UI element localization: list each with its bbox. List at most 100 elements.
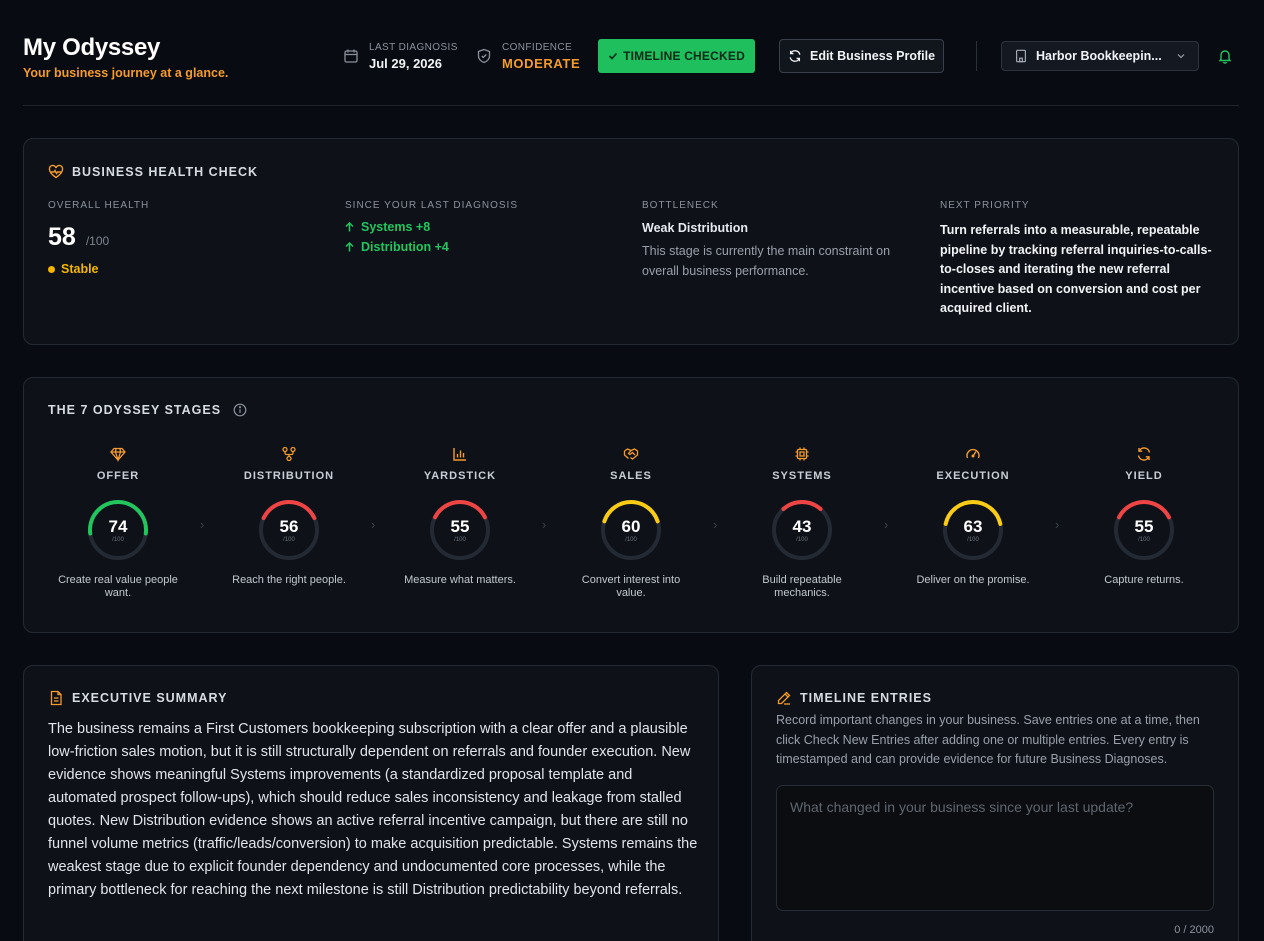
bottleneck: BOTTLENECK Weak Distribution This stage …: [642, 200, 907, 281]
stage-score: 43: [792, 517, 812, 536]
stage-name: SYSTEMS: [772, 470, 832, 482]
bottleneck-label: BOTTLENECK: [642, 200, 719, 211]
since-label: SINCE YOUR LAST DIAGNOSIS: [345, 200, 519, 211]
timeline-title-text: TIMELINE ENTRIES: [800, 691, 932, 705]
page-title: My Odyssey: [23, 34, 161, 61]
chevron-right-icon: ›: [371, 517, 376, 532]
info-icon[interactable]: [233, 403, 247, 417]
health-card-title: BUSINESS HEALTH CHECK: [48, 164, 258, 180]
stage-name: YARDSTICK: [423, 470, 497, 482]
overall-score-value: 58: [48, 223, 76, 251]
health-title-text: BUSINESS HEALTH CHECK: [72, 165, 259, 179]
stage-score-max: /100: [625, 537, 637, 543]
stage-name: EXECUTION: [936, 470, 1010, 482]
next-priority: NEXT PRIORITY Turn referrals into a meas…: [940, 200, 1215, 319]
timeline-entry-input[interactable]: [776, 785, 1214, 911]
delta-item: Systems +8: [345, 221, 518, 233]
overall-health: OVERALL HEALTH 58 /100 Stable: [48, 200, 149, 276]
bar-chart-icon: [453, 448, 466, 461]
stage-name: DISTRIBUTION: [243, 470, 335, 482]
timeline-card-title: TIMELINE ENTRIES: [776, 690, 932, 706]
arrow-up-icon: [345, 222, 354, 232]
overall-score-max: /100: [85, 234, 110, 248]
stage-name: OFFER: [96, 470, 140, 482]
check-icon: [608, 52, 618, 60]
stage-score-max: /100: [454, 537, 466, 543]
gem-icon: [110, 447, 126, 462]
document-icon: [50, 690, 62, 706]
stage-sales[interactable]: SALES 60 /100 Convert interest into valu…: [556, 446, 706, 600]
stage-systems[interactable]: SYSTEMS 43 /100 Build repeatable mechani…: [727, 446, 877, 600]
stage-score-max: /100: [1138, 537, 1150, 543]
executive-summary-card: EXECUTIVE SUMMARY The business remains a…: [23, 665, 719, 941]
chevron-right-icon: ›: [713, 517, 718, 532]
stage-score: 60: [621, 517, 641, 536]
page-subtitle: Your business journey at a glance.: [23, 66, 229, 80]
chevron-right-icon: ›: [1055, 517, 1060, 532]
delta-text: Systems +8: [361, 220, 431, 234]
last-diagnosis-label: LAST DIAGNOSIS: [369, 42, 458, 53]
stage-description: Capture returns.: [1104, 574, 1184, 586]
stage-score: 74: [108, 517, 128, 536]
shield-icon: [477, 48, 491, 64]
delta-item: Distribution +4: [345, 241, 518, 253]
stage-score-ring: 55 /100: [428, 498, 492, 562]
delta-text: Distribution +4: [361, 240, 449, 254]
status-badge: Stable: [48, 262, 149, 276]
confidence-value: MODERATE: [502, 56, 581, 71]
stage-yardstick[interactable]: YARDSTICK 55 /100 Measure what matters.: [385, 446, 535, 587]
chevron-right-icon: ›: [200, 517, 205, 532]
bottleneck-description: This stage is currently the main constra…: [642, 244, 891, 278]
bell-icon[interactable]: [1217, 48, 1233, 64]
gauge-icon: [966, 448, 980, 459]
stages-title-text: THE 7 ODYSSEY STAGES: [48, 403, 222, 417]
stage-name: SALES: [610, 470, 652, 482]
edit-business-profile-label: Edit Business Profile: [809, 49, 936, 63]
stage-score: 55: [1134, 517, 1154, 536]
stage-score: 63: [963, 517, 983, 536]
summary-card-title: EXECUTIVE SUMMARY: [48, 690, 227, 706]
last-diagnosis-value: Jul 29, 2026: [369, 56, 442, 71]
stage-yield[interactable]: YIELD 55 /100 Capture returns.: [1069, 446, 1219, 587]
status-dot: [48, 265, 55, 273]
edit-business-profile-button[interactable]: Edit Business Profile: [779, 39, 944, 73]
header-divider: [976, 41, 977, 71]
stage-score: 55: [450, 517, 470, 536]
chevron-right-icon: ›: [884, 517, 889, 532]
stage-score-ring: 60 /100: [599, 498, 663, 562]
score-arc: [433, 500, 487, 520]
stage-name: YIELD: [1125, 470, 1163, 482]
score-arc: [261, 500, 317, 521]
timeline-checked-button[interactable]: TIMELINE CHECKED: [598, 39, 755, 73]
heart-pulse-icon: [48, 164, 64, 179]
stage-distribution[interactable]: DISTRIBUTION 56 /100 Reach the right peo…: [214, 446, 364, 587]
stage-description: Build repeatable mechanics.: [762, 574, 842, 599]
odyssey-stages-card: THE 7 ODYSSEY STAGES OFFER 74 /100 Creat…: [23, 377, 1239, 633]
summary-text: The business remains a First Customers b…: [48, 721, 698, 898]
stages-card-title: THE 7 ODYSSEY STAGES: [48, 403, 247, 417]
refresh-icon: [789, 50, 801, 62]
bottleneck-name: Weak Distribution: [642, 221, 749, 235]
character-counter: 0 / 2000: [1174, 924, 1214, 936]
next-priority-label: NEXT PRIORITY: [940, 200, 1030, 211]
share-nodes-icon: [282, 446, 296, 462]
score-arc: [1117, 500, 1171, 520]
stage-score-max: /100: [967, 537, 979, 543]
stage-description: Convert interest into value.: [581, 574, 681, 599]
timeline-checked-label: TIMELINE CHECKED: [623, 49, 745, 63]
page-header: My Odyssey Your business journey at a gl…: [23, 0, 1239, 106]
stage-description: Reach the right people.: [232, 574, 346, 586]
overall-health-label: OVERALL HEALTH: [48, 200, 150, 211]
stage-execution[interactable]: EXECUTION 63 /100 Deliver on the promise…: [898, 446, 1048, 587]
confidence: CONFIDENCE MODERATE: [476, 42, 580, 71]
business-select[interactable]: Harbor Bookkeepin...: [1001, 41, 1199, 71]
stage-offer[interactable]: OFFER 74 /100 Create real value people w…: [43, 446, 193, 600]
status-text: Stable: [61, 262, 99, 276]
stage-score-ring: 74 /100: [86, 498, 150, 562]
business-health-card: BUSINESS HEALTH CHECK OVERALL HEALTH 58 …: [23, 138, 1239, 345]
stage-score-ring: 56 /100: [257, 498, 321, 562]
chevron-down-icon: [1177, 54, 1185, 59]
score-arc: [781, 500, 823, 511]
timeline-description: Record important changes in your busines…: [776, 713, 1200, 767]
next-priority-text: Turn referrals into a measurable, repeat…: [940, 223, 1212, 316]
